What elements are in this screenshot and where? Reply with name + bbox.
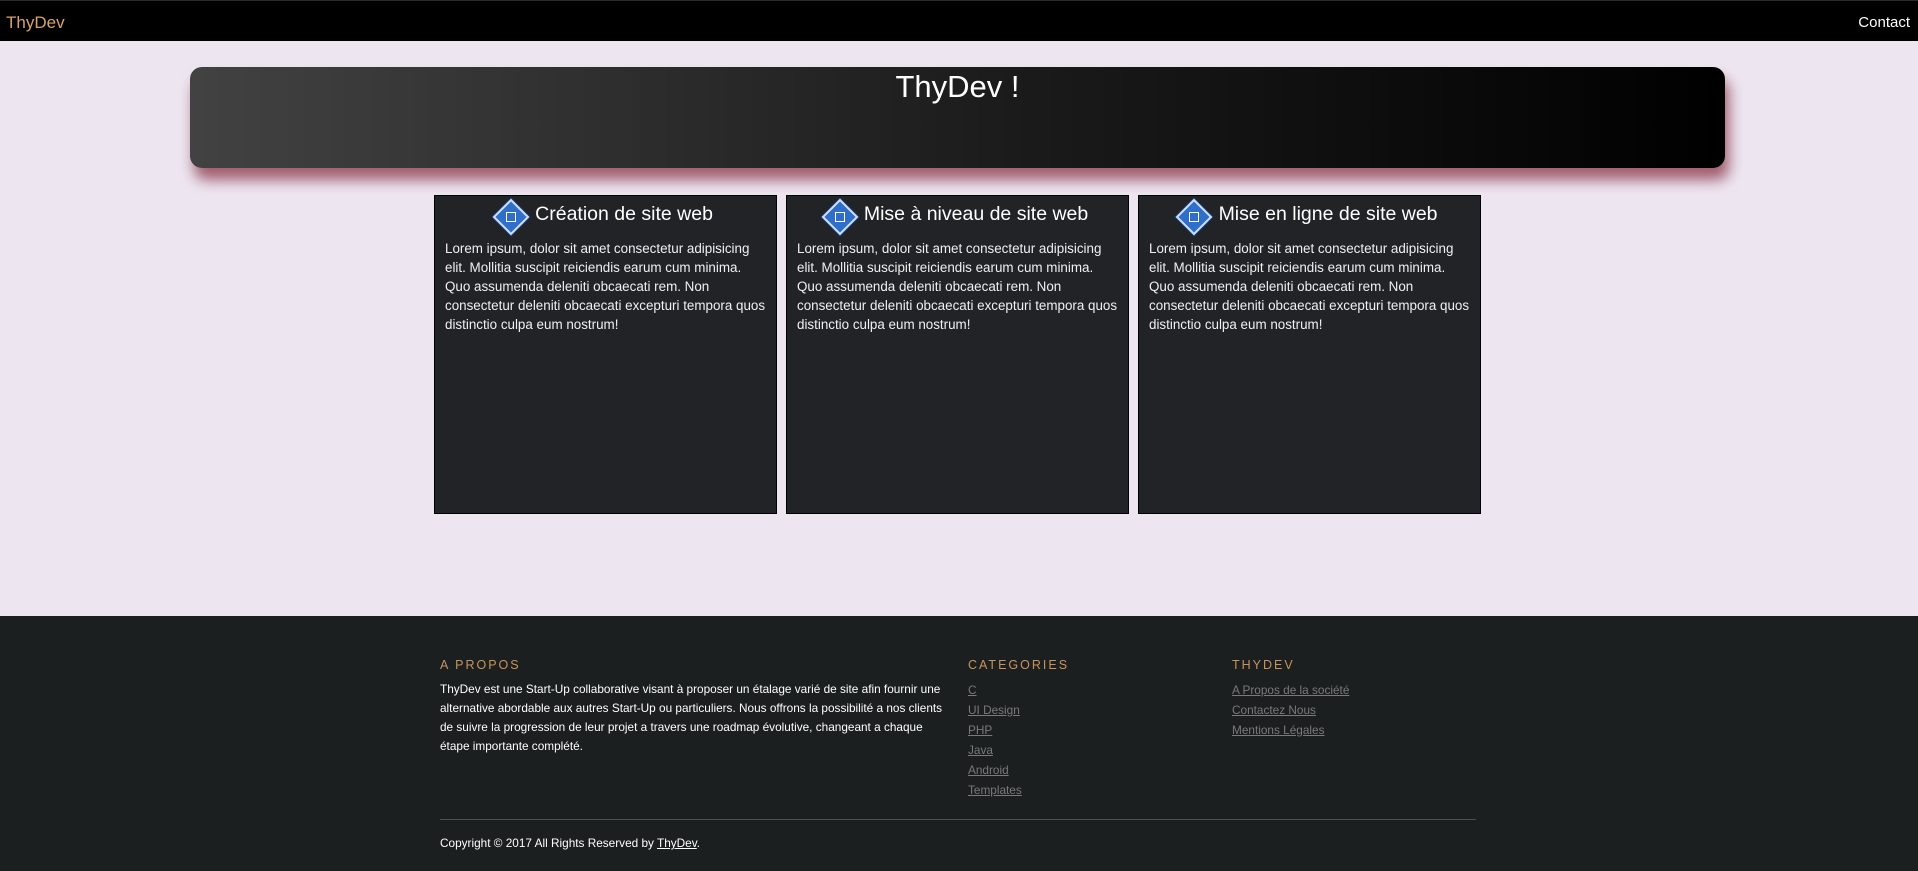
- card-text: Lorem ipsum, dolor sit amet consectetur …: [445, 241, 766, 332]
- card-header: Mise à niveau de site web: [787, 196, 1128, 236]
- copyright: Copyright © 2017 All Rights Reserved by …: [440, 836, 700, 850]
- footer-thydev-heading: THYDEV: [1232, 658, 1295, 672]
- category-link-android[interactable]: Android: [968, 763, 1009, 777]
- footer-categories: CATEGORIES C UI Design PHP Java Android …: [968, 658, 1188, 800]
- list-item: C: [968, 680, 1188, 700]
- card-title: Mise à niveau de site web: [863, 202, 1089, 225]
- diamond-app-icon: [1176, 198, 1213, 236]
- legal-notice-link[interactable]: Mentions Légales: [1232, 723, 1324, 737]
- card-title: Mise en ligne de site web: [1218, 202, 1438, 225]
- diamond-app-icon: [821, 198, 859, 236]
- card-header: Mise en ligne de site web: [1139, 196, 1480, 236]
- category-link-ui-design[interactable]: UI Design: [968, 703, 1020, 717]
- list-item: PHP: [968, 720, 1188, 740]
- list-item: Templates: [968, 780, 1188, 800]
- footer-thydev: THYDEV A Propos de la société Contactez …: [1232, 658, 1472, 740]
- footer-divider: [440, 819, 1476, 820]
- list-item: Java: [968, 740, 1188, 760]
- list-item: A Propos de la société: [1232, 680, 1472, 700]
- list-item: UI Design: [968, 700, 1188, 720]
- card-text: Lorem ipsum, dolor sit amet consectetur …: [1149, 241, 1470, 332]
- about-company-link[interactable]: A Propos de la société: [1232, 683, 1349, 697]
- contact-us-link[interactable]: Contactez Nous: [1232, 703, 1316, 717]
- category-link-templates[interactable]: Templates: [968, 783, 1022, 797]
- copyright-suffix: .: [696, 836, 701, 850]
- diamond-app-icon: [492, 198, 530, 236]
- copyright-link[interactable]: ThyDev: [657, 836, 697, 850]
- thydev-links: A Propos de la société Contactez Nous Me…: [1232, 680, 1472, 740]
- card-title: Création de site web: [535, 202, 713, 225]
- hero-banner: ThyDev !: [190, 67, 1725, 168]
- service-card: Création de site web Lorem ipsum, dolor …: [434, 195, 777, 514]
- site-footer: A PROPOS ThyDev est une Start-Up collabo…: [0, 616, 1918, 871]
- list-item: Android: [968, 760, 1188, 780]
- card-text: Lorem ipsum, dolor sit amet consectetur …: [797, 241, 1118, 332]
- service-card: Mise à niveau de site web Lorem ipsum, d…: [786, 195, 1129, 514]
- footer-about: A PROPOS ThyDev est une Start-Up collabo…: [440, 658, 945, 756]
- category-link-c[interactable]: C: [968, 683, 977, 697]
- list-item: Contactez Nous: [1232, 700, 1472, 720]
- card-header: Création de site web: [435, 196, 776, 236]
- hero-title: ThyDev !: [895, 69, 1020, 104]
- list-item: Mentions Légales: [1232, 720, 1472, 740]
- copyright-text: Copyright © 2017 All Rights Reserved by: [440, 836, 657, 850]
- brand-link[interactable]: ThyDev: [6, 13, 65, 33]
- category-link-php[interactable]: PHP: [968, 723, 992, 737]
- top-navbar: ThyDev Contact: [0, 0, 1918, 41]
- footer-about-heading: A PROPOS: [440, 658, 521, 672]
- footer-about-text: ThyDev est une Start-Up collaborative vi…: [440, 682, 943, 753]
- footer-categories-heading: CATEGORIES: [968, 658, 1070, 672]
- category-link-java[interactable]: Java: [968, 743, 993, 757]
- service-card: Mise en ligne de site web Lorem ipsum, d…: [1138, 195, 1481, 514]
- category-links: C UI Design PHP Java Android Templates: [968, 680, 1188, 800]
- contact-link[interactable]: Contact: [1858, 14, 1910, 31]
